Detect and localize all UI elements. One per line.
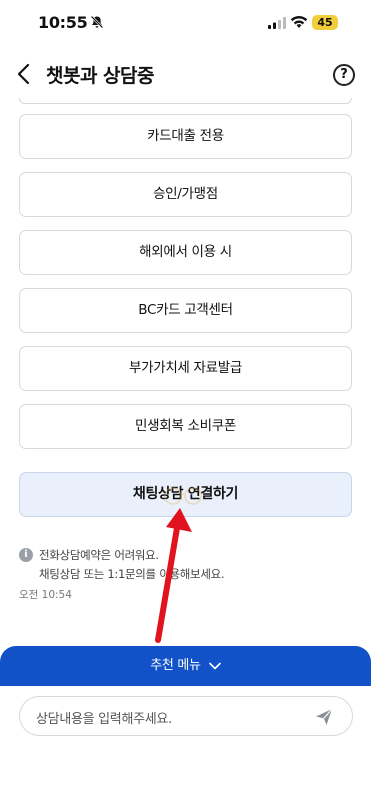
menu-button-customer-center[interactable]: BC카드 고객센터	[19, 288, 352, 333]
chevron-down-icon	[208, 662, 221, 669]
back-arrow-icon[interactable]	[14, 62, 34, 86]
input-area: 상담내용을 입력해주세요.	[0, 686, 371, 800]
menu-button-partial[interactable]	[19, 98, 352, 104]
status-bar: 10:55 45	[0, 0, 371, 46]
recommend-menu-toggle[interactable]: 추천 메뉴	[0, 646, 371, 686]
menu-button-approval-merchant[interactable]: 승인/가맹점	[19, 172, 352, 217]
menu-button-vat-documents[interactable]: 부가가치세 자료발급	[19, 346, 352, 391]
recommend-menu-label: 추천 메뉴	[150, 658, 201, 673]
input-placeholder: 상담내용을 입력해주세요.	[36, 712, 172, 727]
bell-muted-icon	[90, 15, 104, 29]
menu-button-overseas-use[interactable]: 해외에서 이용 시	[19, 230, 352, 275]
notice-line-1: 전화상담예약은 어려워요.	[39, 548, 159, 562]
cellular-signal-icon	[268, 17, 286, 29]
page-title: 챗봇과 상담중	[46, 65, 155, 87]
message-timestamp: 오전 10:54	[19, 589, 72, 601]
message-input[interactable]: 상담내용을 입력해주세요.	[19, 696, 353, 736]
menu-button-card-loan[interactable]: 카드대출 전용	[19, 114, 352, 159]
battery-indicator: 45	[312, 15, 338, 30]
wifi-icon	[290, 15, 308, 28]
chat-area[interactable]: 카드대출 전용 승인/가맹점 해외에서 이용 시 BC카드 고객센터 부가가치세…	[0, 98, 371, 646]
status-time: 10:55	[38, 13, 88, 32]
help-icon[interactable]: ?	[333, 64, 355, 86]
menu-button-consumption-coupon[interactable]: 민생회복 소비쿠폰	[19, 404, 352, 449]
info-icon: i	[19, 548, 33, 562]
notice-line-2: 채팅상담 또는 1:1문의를 이용해보세요.	[39, 567, 225, 581]
app-header: 챗봇과 상담중 ?	[0, 50, 371, 98]
watermark-glasses-icon	[164, 487, 202, 505]
send-icon[interactable]	[314, 707, 334, 727]
